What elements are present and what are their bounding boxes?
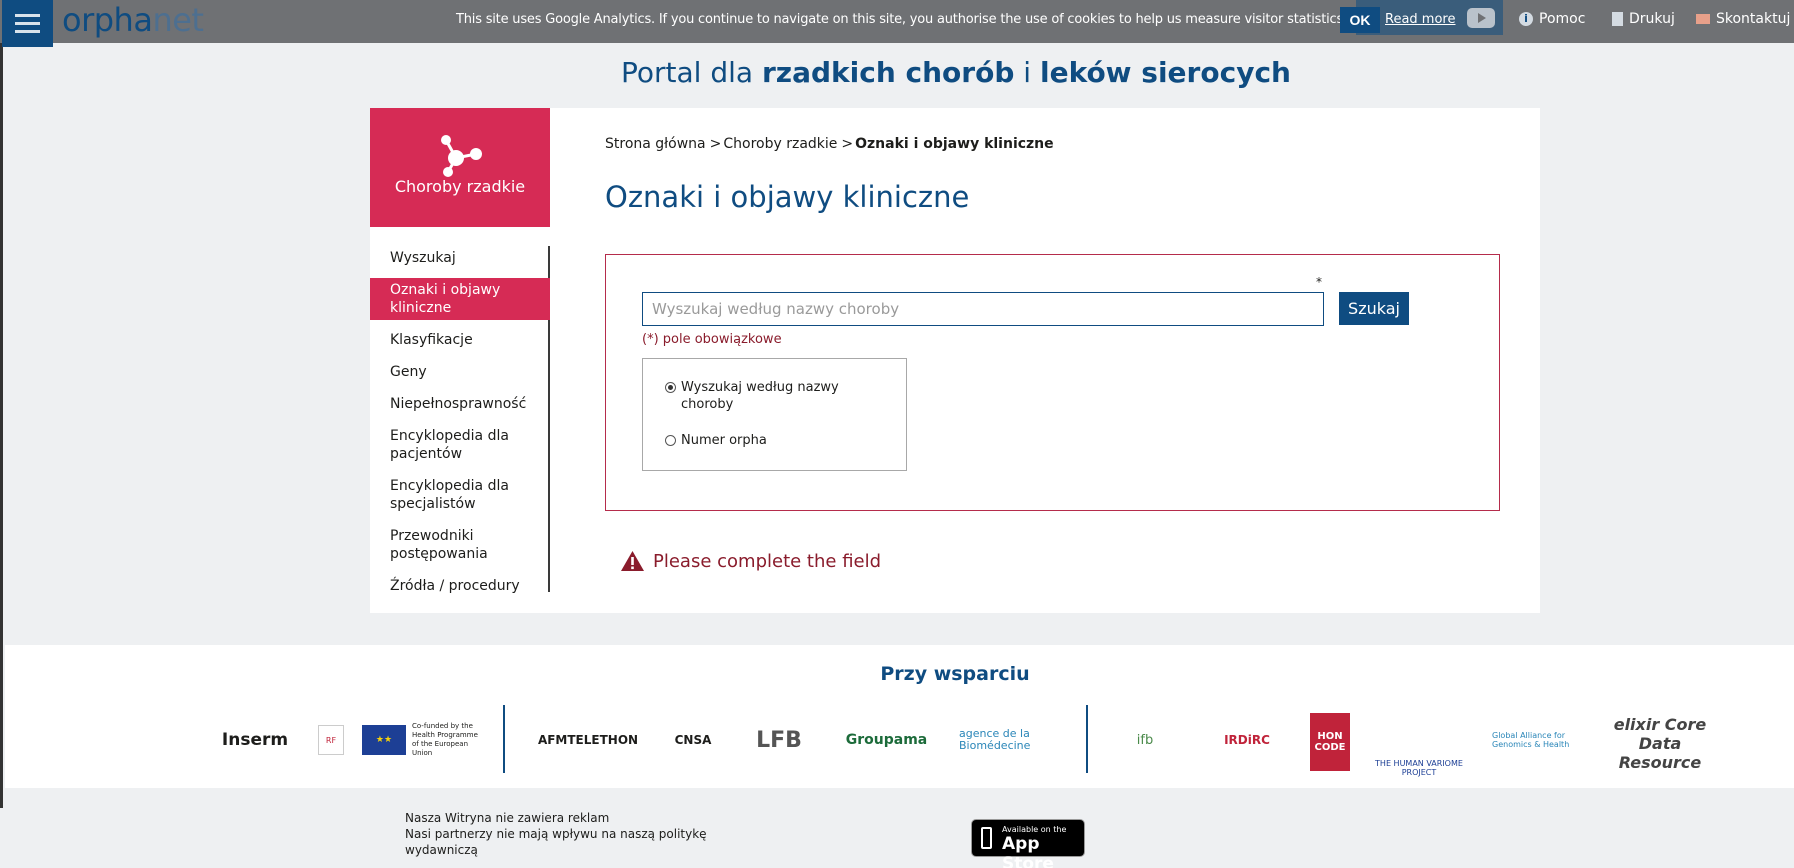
- sponsor-logo-lfb[interactable]: LFB: [743, 725, 815, 755]
- breadcrumb: Strona główna > Choroby rzadkie > Oznaki i o…: [605, 136, 1054, 152]
- required-field-note: (*) pole obowiązkowe: [642, 332, 782, 347]
- sponsor-logo-afm-telethon[interactable]: AFMTELETHON: [532, 725, 644, 755]
- sidebar-item-sources-procedures[interactable]: Źródła / procedury: [370, 574, 548, 598]
- sponsors-title: Przy wsparciu: [880, 663, 1030, 685]
- separator: [503, 705, 505, 773]
- warning-icon: [621, 551, 644, 571]
- top-bar: orphanet This site uses Google Analytics…: [0, 0, 1794, 47]
- menu-icon[interactable]: [2, 0, 53, 47]
- info-icon: i: [1519, 12, 1533, 26]
- sponsor-logo-eu[interactable]: ★★ Co-funded by the Health Programme of …: [362, 722, 487, 757]
- separator: [1086, 705, 1088, 773]
- sidebar-item-search[interactable]: Wyszukaj: [370, 246, 548, 270]
- sponsor-logo-human-variome[interactable]: THE HUMAN VARIOME PROJECT: [1374, 709, 1464, 777]
- sponsor-logo-rf[interactable]: RF: [318, 725, 344, 755]
- print-link[interactable]: Drukuj: [1612, 11, 1675, 27]
- breadcrumb-home[interactable]: Strona główna: [605, 136, 706, 152]
- sponsor-logo-elixir[interactable]: elixir Core Data Resource: [1610, 707, 1710, 779]
- sponsor-logo-inserm[interactable]: Inserm: [211, 723, 299, 757]
- cookie-ok-button[interactable]: OK: [1340, 7, 1380, 33]
- footer-note: Nasza Witryna nie zawiera reklam Nasi pa…: [405, 811, 707, 857]
- search-form: * Szukaj (*) pole obowiązkowe Wyszukaj w…: [605, 254, 1500, 511]
- document-icon: [1612, 12, 1623, 26]
- category-tile[interactable]: Choroby rzadkie: [370, 108, 550, 227]
- sponsor-logo-hon-code[interactable]: HON CODE: [1310, 713, 1350, 771]
- app-store-badge[interactable]: Available on the App Store: [971, 819, 1085, 868]
- sponsors-band: Przy wsparciu Inserm RF ★★ Co-funded by …: [5, 645, 1794, 788]
- sponsor-logo-groupama[interactable]: Groupama: [834, 725, 939, 755]
- help-link[interactable]: i Pomoc: [1519, 11, 1585, 27]
- validation-alert: Please complete the field: [620, 550, 881, 572]
- sponsor-logo-biomedecine[interactable]: agence de la Biomédecine: [959, 725, 1064, 755]
- option-orpha-number[interactable]: Numer orpha: [665, 432, 767, 449]
- sponsor-logo-ifb[interactable]: ifb: [1117, 725, 1173, 755]
- phone-icon: [981, 827, 992, 849]
- required-star: *: [1316, 275, 1322, 289]
- sidebar-item-disability[interactable]: Niepełnosprawność: [370, 392, 548, 416]
- sidebar-item-patient-encyclopedia[interactable]: Encyklopedia dla pacjentów: [370, 424, 548, 466]
- chevron-right-icon: >: [841, 136, 854, 152]
- sidebar-item-guidelines[interactable]: Przewodniki postępowania: [370, 524, 548, 566]
- search-mode-options: Wyszukaj według nazwy choroby Numer orph…: [642, 358, 907, 471]
- window-edge: [0, 43, 3, 808]
- breadcrumb-current: Oznaki i objawy kliniczne: [855, 136, 1054, 152]
- cookie-read-more-link[interactable]: Read more: [1385, 12, 1455, 27]
- search-input[interactable]: [642, 292, 1324, 326]
- youtube-icon[interactable]: [1467, 8, 1495, 28]
- sponsor-logo-irdirc[interactable]: IRDiRC: [1211, 725, 1283, 755]
- mail-icon: [1696, 14, 1710, 24]
- cookie-notice: This site uses Google Analytics. If you …: [456, 12, 1348, 27]
- contact-link[interactable]: Skontaktuj s: [1696, 11, 1794, 27]
- sidebar-nav: Wyszukaj Oznaki i objawy kliniczne Klasy…: [370, 246, 550, 594]
- sidebar-item-genes[interactable]: Geny: [370, 360, 548, 384]
- portal-title: Portal dla rzadkich chorób i leków siero…: [621, 56, 1291, 89]
- eu-flag-icon: ★★: [362, 725, 406, 755]
- main-card: Choroby rzadkie Wyszukaj Oznaki i objawy…: [370, 108, 1540, 613]
- category-label: Choroby rzadkie: [394, 177, 526, 196]
- breadcrumb-section[interactable]: Choroby rzadkie: [723, 136, 837, 152]
- page-title: Oznaki i objawy kliniczne: [605, 180, 970, 214]
- orphanet-logo[interactable]: orphanet: [62, 1, 204, 39]
- search-button[interactable]: Szukaj: [1339, 292, 1409, 325]
- sidebar-item-classifications[interactable]: Klasyfikacje: [370, 328, 548, 352]
- sponsor-logo-global-alliance[interactable]: Global Alliance for Genomics & Health: [1492, 725, 1588, 755]
- radio-button-checked[interactable]: [665, 382, 676, 393]
- sidebar-item-professional-encyclopedia[interactable]: Encyklopedia dla specjalistów: [370, 474, 548, 516]
- sponsor-logo-cnsa[interactable]: CNSA: [663, 725, 723, 755]
- radio-button[interactable]: [665, 435, 676, 446]
- sidebar-item-signs-symptoms[interactable]: Oznaki i objawy kliniczne: [370, 278, 550, 320]
- chevron-right-icon: >: [709, 136, 722, 152]
- molecule-icon: [441, 135, 482, 177]
- option-disease-name[interactable]: Wyszukaj według nazwy choroby: [665, 379, 865, 413]
